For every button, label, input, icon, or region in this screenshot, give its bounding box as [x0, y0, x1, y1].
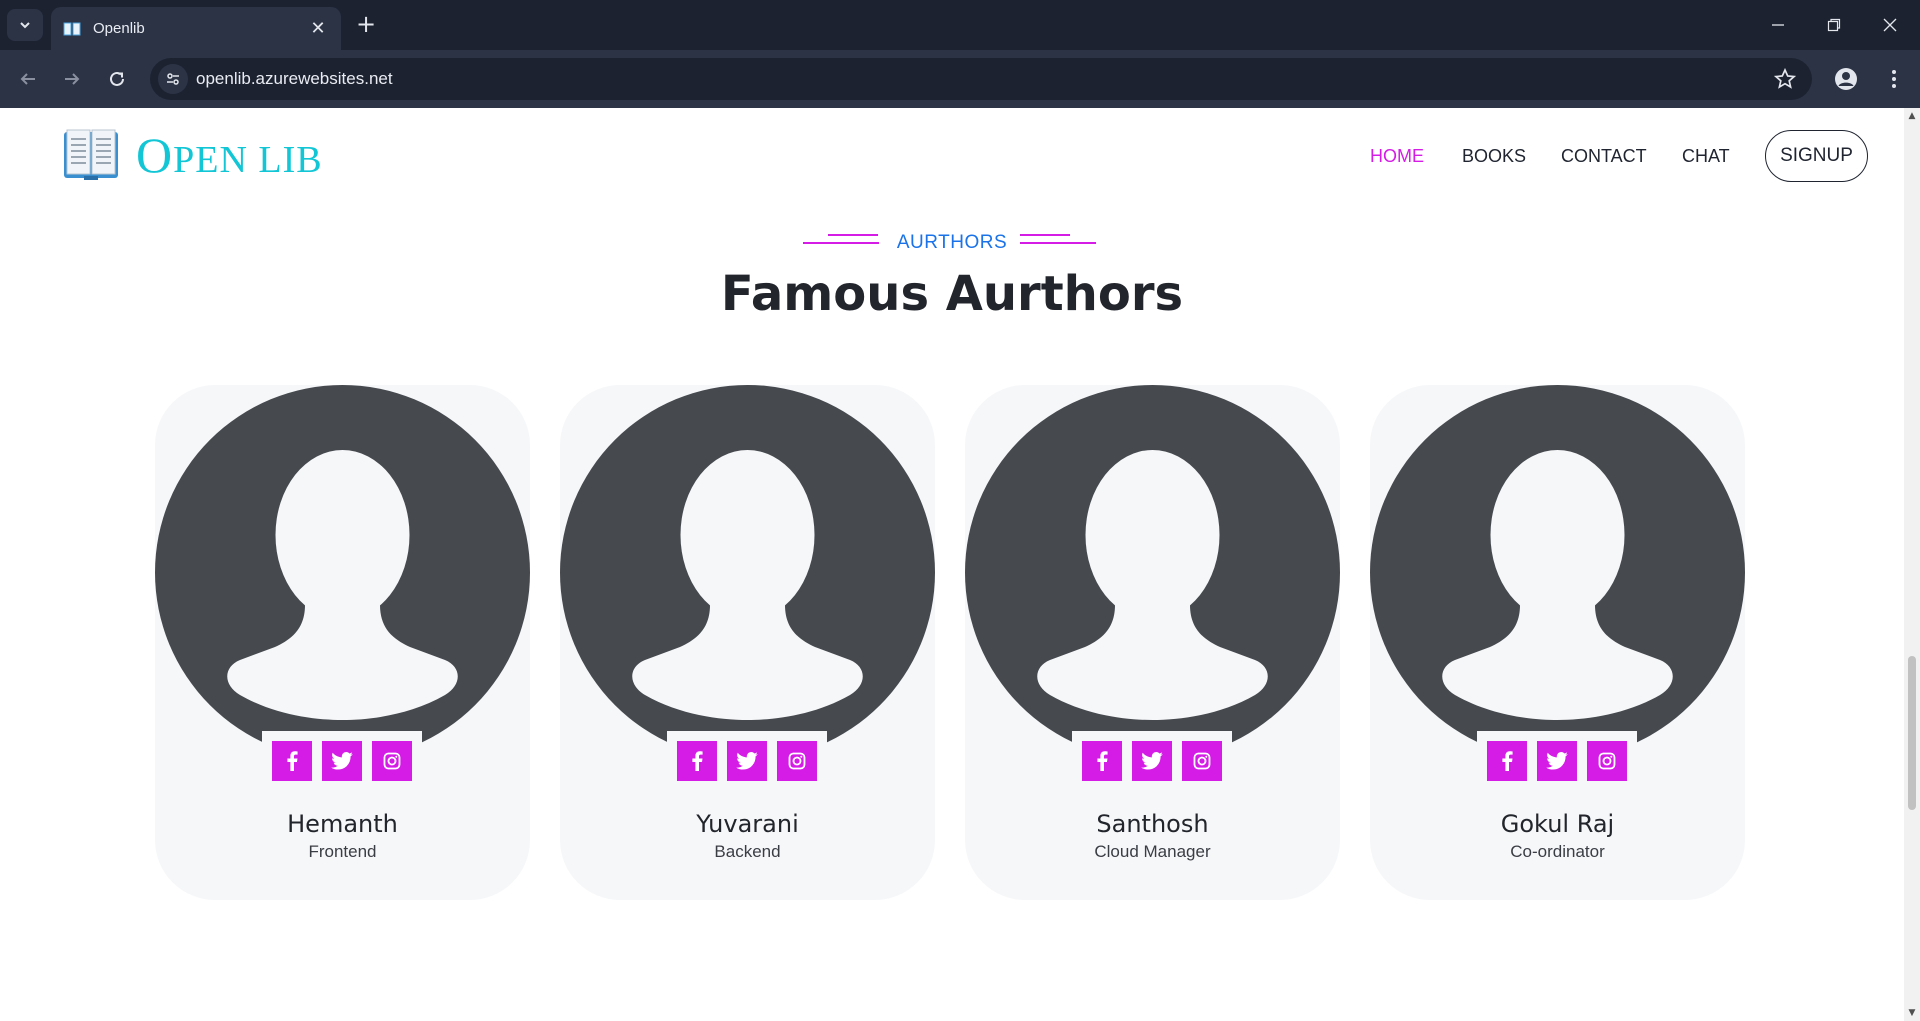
twitter-link[interactable] — [1537, 741, 1577, 781]
author-name: Hemanth — [287, 810, 398, 838]
twitter-link[interactable] — [1132, 741, 1172, 781]
scroll-down-arrow-icon[interactable]: ▼ — [1907, 1008, 1917, 1018]
nav-contact[interactable]: CONTACT — [1561, 146, 1647, 167]
twitter-link[interactable] — [322, 741, 362, 781]
facebook-icon — [1502, 751, 1513, 771]
back-button[interactable] — [12, 63, 44, 95]
avatar-placeholder-icon — [560, 385, 935, 760]
forward-button[interactable] — [56, 63, 88, 95]
author-card: Hemanth Frontend — [155, 385, 530, 900]
browser-toolbar: openlib.azurewebsites.net — [0, 50, 1920, 108]
more-vertical-icon — [1892, 70, 1896, 88]
address-bar[interactable]: openlib.azurewebsites.net — [150, 58, 1812, 100]
url-text[interactable]: openlib.azurewebsites.net — [196, 69, 393, 89]
eyebrow-right-decoration — [1020, 232, 1096, 244]
site-info-button[interactable] — [158, 64, 188, 94]
chevron-down-icon — [20, 22, 30, 29]
section-eyebrow: AURTHORS — [0, 232, 1904, 254]
browser-menu-button[interactable] — [1878, 63, 1910, 95]
instagram-link[interactable] — [777, 741, 817, 781]
brand-rest: PEN LIB — [173, 139, 323, 181]
page-scrollbar[interactable]: ▲ ▼ — [1904, 108, 1920, 1021]
nav-home[interactable]: HOME — [1370, 146, 1424, 167]
author-card: Yuvarani Backend — [560, 385, 935, 900]
restore-icon — [1827, 18, 1841, 32]
close-window-button[interactable] — [1862, 0, 1918, 50]
book-favicon-icon — [63, 22, 81, 35]
instagram-icon — [1598, 752, 1616, 770]
close-icon — [1883, 18, 1897, 32]
tab-close-icon[interactable]: ✕ — [307, 18, 329, 39]
instagram-link[interactable] — [372, 741, 412, 781]
instagram-icon — [383, 752, 401, 770]
twitter-icon — [331, 752, 353, 770]
signup-button[interactable]: SIGNUP — [1765, 130, 1868, 182]
facebook-link[interactable] — [272, 741, 312, 781]
bookmark-star-icon[interactable] — [1774, 68, 1796, 90]
twitter-icon — [1141, 752, 1163, 770]
instagram-icon — [1193, 752, 1211, 770]
brand-name: OPEN LIB — [136, 130, 323, 180]
twitter-icon — [1546, 752, 1568, 770]
restore-button[interactable] — [1806, 0, 1862, 50]
author-role: Backend — [714, 842, 781, 861]
avatar-placeholder-icon — [1370, 385, 1745, 760]
reload-button[interactable] — [101, 63, 133, 95]
minimize-button[interactable] — [1750, 0, 1806, 50]
twitter-icon — [736, 752, 758, 770]
site-logo[interactable]: OPEN LIB — [62, 128, 323, 182]
instagram-link[interactable] — [1587, 741, 1627, 781]
facebook-link[interactable] — [1082, 741, 1122, 781]
social-links — [262, 731, 422, 781]
twitter-link[interactable] — [727, 741, 767, 781]
minimize-icon — [1772, 24, 1784, 26]
instagram-link[interactable] — [1182, 741, 1222, 781]
browser-tab-bar: Openlib ✕ + — [0, 0, 1920, 50]
profile-icon — [1835, 68, 1857, 90]
social-links — [667, 731, 827, 781]
tune-icon — [167, 73, 179, 85]
author-name: Yuvarani — [696, 810, 799, 838]
author-name: Gokul Raj — [1500, 810, 1615, 838]
section-heading: Famous Aurthors — [720, 266, 1184, 322]
author-role: Frontend — [308, 842, 377, 861]
eyebrow-left-decoration — [803, 232, 879, 244]
instagram-icon — [788, 752, 806, 770]
author-role: Cloud Manager — [1094, 842, 1211, 861]
scroll-up-arrow-icon[interactable]: ▲ — [1907, 111, 1917, 121]
author-name: Santhosh — [1096, 810, 1209, 838]
nav-chat[interactable]: CHAT — [1682, 146, 1730, 167]
author-card: Santhosh Cloud Manager — [965, 385, 1340, 900]
facebook-link[interactable] — [677, 741, 717, 781]
tab-search-button[interactable] — [7, 9, 43, 41]
facebook-icon — [1097, 751, 1108, 771]
arrow-left-icon — [20, 73, 35, 85]
social-links — [1477, 731, 1637, 781]
author-card: Gokul Raj Co-ordinator — [1370, 385, 1745, 900]
scrollbar-thumb[interactable] — [1908, 656, 1916, 810]
author-role: Co-ordinator — [1510, 842, 1605, 861]
nav-books[interactable]: BOOKS — [1462, 146, 1526, 167]
page-viewport: OPEN LIB HOME BOOKS CONTACT CHAT SIGNUP … — [0, 108, 1904, 1021]
profile-button[interactable] — [1830, 63, 1862, 95]
avatar-placeholder-icon — [965, 385, 1340, 760]
social-links — [1072, 731, 1232, 781]
facebook-icon — [692, 751, 703, 771]
brand-initial: O — [136, 127, 174, 183]
browser-tab[interactable]: Openlib ✕ — [51, 7, 341, 50]
facebook-icon — [287, 751, 298, 771]
facebook-link[interactable] — [1487, 741, 1527, 781]
open-book-icon — [64, 129, 118, 180]
new-tab-button[interactable]: + — [352, 11, 380, 39]
reload-icon — [110, 71, 124, 86]
avatar-placeholder-icon — [155, 385, 530, 760]
arrow-right-icon — [65, 73, 80, 85]
eyebrow-text: AURTHORS — [896, 232, 1008, 253]
tab-title: Openlib — [93, 20, 145, 37]
